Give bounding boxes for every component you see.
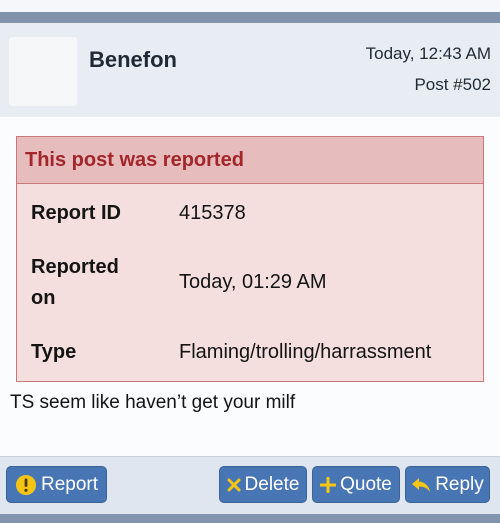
reported-on-value: Today, 01:29 AM: [179, 271, 327, 293]
post-time[interactable]: Today, 12:43 AM: [366, 44, 491, 64]
delete-button[interactable]: Delete: [219, 466, 307, 503]
post-message: TS seem like haven’t get your milf: [10, 392, 296, 413]
post-number[interactable]: Post #502: [414, 75, 491, 95]
quote-button-label: Quote: [340, 473, 392, 495]
report-button[interactable]: Report: [6, 466, 107, 503]
reply-arrow-icon: [411, 477, 431, 493]
report-id-value: 415378: [179, 202, 246, 224]
plus-icon: [320, 476, 337, 493]
avatar[interactable]: [9, 37, 77, 106]
report-notice-title: This post was reported: [25, 149, 244, 171]
report-type-label: Type: [31, 341, 77, 363]
reply-button-label: Reply: [435, 473, 484, 495]
top-strip: [0, 0, 500, 12]
report-button-label: Report: [40, 473, 99, 495]
bottom-divider-bar: [0, 514, 500, 523]
report-id-label: Report ID: [31, 202, 121, 224]
delete-button-label: Delete: [244, 473, 300, 495]
x-icon: [227, 478, 241, 492]
alert-circle-icon: [15, 474, 37, 496]
reply-button[interactable]: Reply: [405, 466, 490, 503]
report-type-value: Flaming/trolling/harrassment: [179, 341, 432, 363]
top-divider-bar: [0, 12, 500, 23]
reported-on-label-line1: Reported: [31, 256, 119, 278]
report-notice-header: This post was reported: [17, 137, 483, 184]
report-notice: This post was reported Report ID 415378 …: [16, 136, 484, 382]
reported-on-label-line2: on: [31, 287, 56, 309]
post-action-bar: Report Delete Quote Reply: [0, 456, 500, 514]
post-header: Benefon Today, 12:43 AM Post #502: [0, 23, 500, 117]
quote-button[interactable]: Quote: [312, 466, 400, 503]
post-body: This post was reported Report ID 415378 …: [0, 117, 500, 456]
username[interactable]: Benefon: [89, 47, 177, 73]
